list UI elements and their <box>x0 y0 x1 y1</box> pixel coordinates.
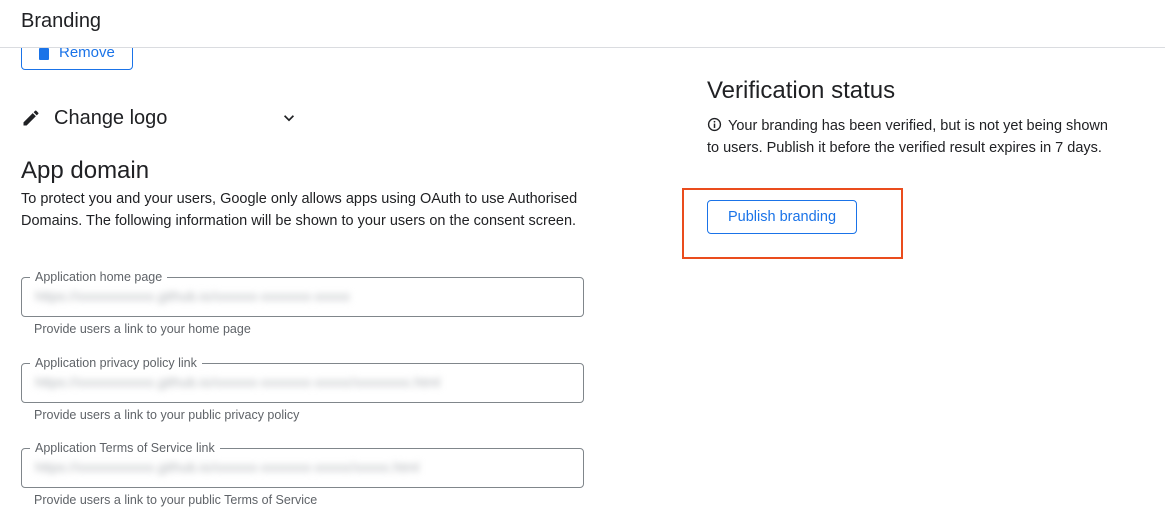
privacy-policy-label: Application privacy policy link <box>30 355 202 371</box>
privacy-policy-hint: Provide users a link to your public priv… <box>34 408 300 422</box>
home-page-input[interactable]: https://xxxxxxxxxxx.github.io/xxxxxx-xxx… <box>35 288 350 304</box>
privacy-policy-input[interactable]: https://xxxxxxxxxxx.github.io/xxxxxx-xxx… <box>35 374 440 390</box>
verification-status-heading: Verification status <box>707 77 896 104</box>
home-page-hint: Provide users a link to your home page <box>34 322 251 336</box>
page-title: Branding <box>21 10 102 32</box>
pencil-icon <box>23 110 39 126</box>
terms-of-service-label: Application Terms of Service link <box>30 440 220 456</box>
terms-of-service-field[interactable]: Application Terms of Service link https:… <box>21 440 584 488</box>
home-page-label: Application home page <box>30 269 168 285</box>
home-page-field[interactable]: Application home page https://xxxxxxxxxx… <box>21 269 584 317</box>
terms-of-service-hint: Provide users a link to your public Term… <box>34 493 318 507</box>
change-logo-label: Change logo <box>54 106 168 129</box>
trash-icon <box>39 48 49 60</box>
verification-message: Your branding has been verified, but is … <box>707 115 1117 159</box>
change-logo-toggle[interactable]: Change logo <box>21 104 301 132</box>
terms-of-service-input[interactable]: https://xxxxxxxxxxx.github.io/xxxxxx-xxx… <box>35 459 419 475</box>
publish-branding-button[interactable]: Publish branding <box>707 200 857 234</box>
app-domain-heading: App domain <box>21 157 150 184</box>
privacy-policy-field[interactable]: Application privacy policy link https://… <box>21 355 584 403</box>
app-domain-description: To protect you and your users, Google on… <box>21 191 578 229</box>
page-header: Branding <box>0 0 1165 48</box>
info-icon <box>707 117 722 132</box>
chevron-down-icon[interactable] <box>279 108 299 128</box>
verification-message-text: Your branding has been verified, but is … <box>707 118 1108 156</box>
